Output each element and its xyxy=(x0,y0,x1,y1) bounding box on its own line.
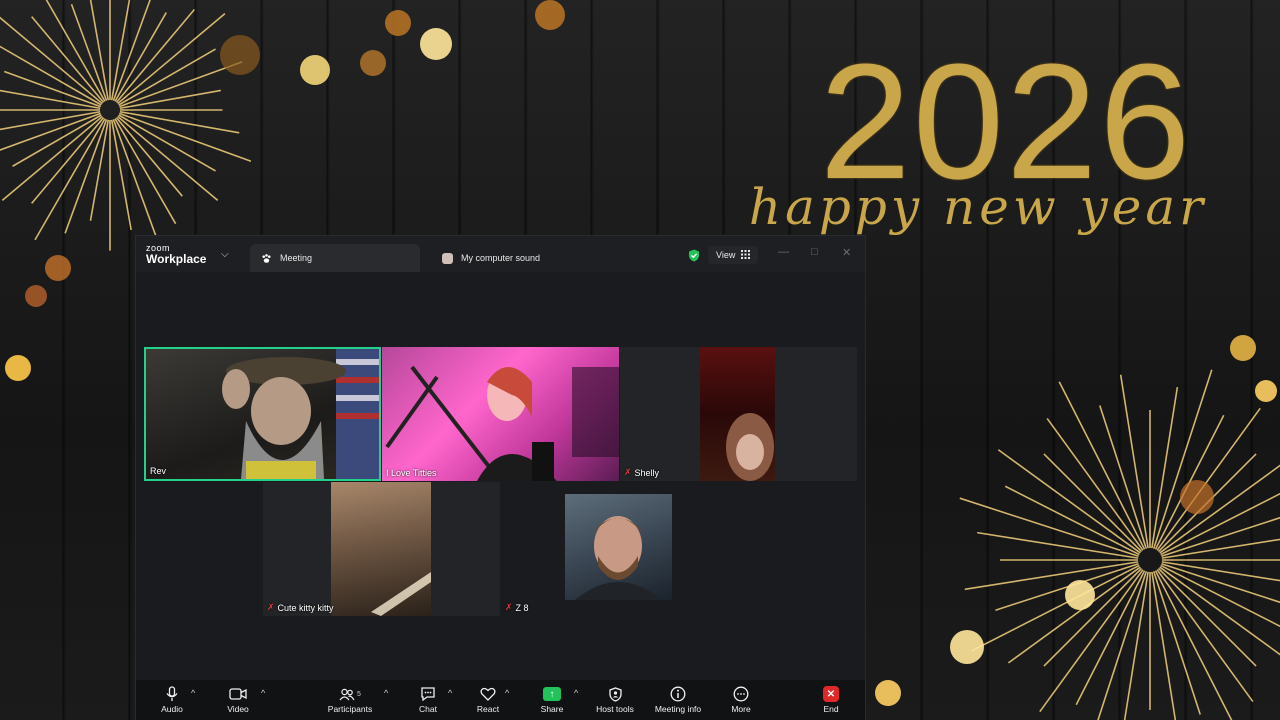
participant-name-tag: ✗ Z 8 xyxy=(505,602,529,613)
end-icon: ✕ xyxy=(823,684,839,704)
audio-label: Audio xyxy=(161,704,183,714)
mic-muted-icon: ✗ xyxy=(267,602,275,612)
host-tools-label: Host tools xyxy=(596,704,634,714)
chat-bubble-icon xyxy=(420,684,436,704)
participant-video xyxy=(385,365,619,481)
video-options-caret[interactable]: ^ xyxy=(261,688,265,698)
maximize-icon[interactable]: □ xyxy=(811,246,818,258)
participants-label: Participants xyxy=(327,704,373,714)
participant-name-tag: Rev xyxy=(150,466,166,476)
tab-label: My computer sound xyxy=(461,253,541,263)
share-screen-icon: ↑ xyxy=(543,684,561,704)
title-bar: zoom Workplace ⌵ Meeting My computer sou… xyxy=(136,236,865,272)
participants-options-caret[interactable]: ^ xyxy=(384,688,388,698)
view-label: View xyxy=(716,250,736,260)
minimize-icon[interactable]: — xyxy=(778,246,789,258)
video-tile-z-8[interactable]: ✗ Z 8 xyxy=(501,482,738,616)
tab-label: Meeting xyxy=(280,253,313,263)
participant-name-tag: ✗ Cute kitty kitty xyxy=(267,602,334,613)
video-tile-cute-kitty-kitty[interactable]: ✗ Cute kitty kitty xyxy=(263,482,500,616)
participant-name: Shelly xyxy=(634,467,660,478)
brand-large: Workplace xyxy=(146,252,207,266)
camera-icon xyxy=(229,684,247,704)
video-button[interactable]: Video xyxy=(208,684,268,714)
video-tile-i-love-titties[interactable]: I Love Titties xyxy=(382,347,619,481)
greeting-graphic: happy new year xyxy=(748,178,1208,236)
tab-meeting[interactable]: Meeting xyxy=(250,244,420,272)
video-tile-shelly[interactable]: ✗ Shelly xyxy=(620,347,857,481)
participant-name: Z 8 xyxy=(515,602,529,613)
chevron-down-icon[interactable]: ⌵ xyxy=(221,249,229,260)
meeting-info-button[interactable]: Meeting info xyxy=(648,684,708,714)
app-icon xyxy=(442,252,453,264)
meeting-controls-toolbar: Audio ^ Video ^ 5 Participants ^ Chat ^ xyxy=(136,680,865,720)
share-options-caret[interactable]: ^ xyxy=(574,688,578,698)
participant-name: Rev xyxy=(150,466,167,476)
end-meeting-button[interactable]: ✕ End xyxy=(801,684,861,714)
share-button[interactable]: ↑ Share xyxy=(522,684,582,714)
participant-video xyxy=(222,349,379,479)
video-label: Video xyxy=(227,704,249,714)
participant-name-tag: ✗ Shelly xyxy=(624,467,659,478)
paw-icon xyxy=(260,252,272,264)
participant-video xyxy=(700,347,775,481)
participant-name: I Love Titties xyxy=(386,468,437,478)
host-tools-button[interactable]: Host tools xyxy=(585,684,645,714)
view-button[interactable]: View xyxy=(708,246,759,264)
react-label: React xyxy=(476,704,500,714)
info-icon xyxy=(670,684,686,704)
video-tile-rev[interactable]: Rev xyxy=(144,347,381,481)
audio-options-caret[interactable]: ^ xyxy=(191,688,195,698)
shield-check-icon[interactable] xyxy=(688,249,700,267)
share-label: Share xyxy=(540,704,564,714)
meeting-info-label: Meeting info xyxy=(654,704,702,714)
more-dots-icon xyxy=(733,684,749,704)
participant-video xyxy=(565,494,672,600)
more-button[interactable]: More xyxy=(711,684,771,714)
participant-name: Cute kitty kitty xyxy=(277,602,334,613)
end-label: End xyxy=(823,704,839,714)
zoom-workplace-logo[interactable]: zoom Workplace xyxy=(146,244,206,266)
chat-label: Chat xyxy=(419,704,437,714)
participant-name-tag: I Love Titties xyxy=(386,468,437,478)
close-icon[interactable]: ✕ xyxy=(842,246,851,259)
shield-icon xyxy=(608,684,622,704)
participants-icon: 5 xyxy=(339,684,361,704)
microphone-icon xyxy=(166,684,178,704)
chat-options-caret[interactable]: ^ xyxy=(448,688,452,698)
grid-icon xyxy=(741,249,751,261)
participants-button[interactable]: 5 Participants xyxy=(320,684,380,714)
mic-muted-icon: ✗ xyxy=(624,467,632,477)
react-options-caret[interactable]: ^ xyxy=(505,688,509,698)
zoom-meeting-window: zoom Workplace ⌵ Meeting My computer sou… xyxy=(136,236,865,720)
more-label: More xyxy=(731,704,751,714)
mic-muted-icon: ✗ xyxy=(505,602,513,612)
heart-icon xyxy=(480,684,496,704)
tab-my-computer-sound[interactable]: My computer sound xyxy=(432,244,632,272)
participant-count: 5 xyxy=(357,690,361,698)
participant-video xyxy=(331,482,431,616)
